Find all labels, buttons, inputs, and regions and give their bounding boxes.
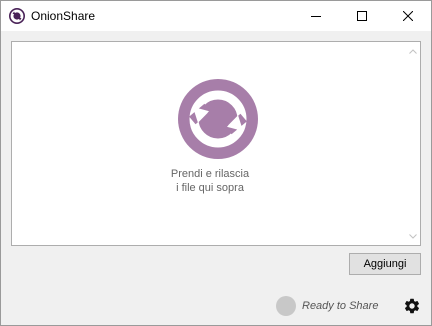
- close-button[interactable]: [385, 1, 431, 31]
- maximize-icon: [357, 11, 367, 21]
- upload-sync-icon: [178, 79, 258, 159]
- drop-instruction-line-1: Prendi e rilascia: [170, 168, 250, 180]
- window-title: OnionShare: [31, 9, 96, 23]
- file-drop-area[interactable]: Prendi e rilascia i file qui sopra: [11, 41, 421, 246]
- status-text: Ready to Share: [302, 300, 379, 312]
- minimize-icon: [311, 16, 321, 17]
- vertical-scrollbar[interactable]: [406, 42, 420, 245]
- scroll-up-button[interactable]: [406, 44, 420, 58]
- onionshare-logo-icon: [9, 8, 25, 24]
- chevron-down-icon: [409, 233, 417, 239]
- close-icon: [403, 11, 413, 21]
- maximize-button[interactable]: [339, 1, 385, 31]
- add-files-button[interactable]: Aggiungi: [349, 253, 421, 275]
- chevron-up-icon: [409, 48, 417, 54]
- title-bar[interactable]: OnionShare: [1, 1, 431, 31]
- gear-icon[interactable]: [403, 297, 421, 315]
- onionshare-window: OnionShare Prendi e rilascia i file qui …: [0, 0, 432, 326]
- status-indicator-icon: [276, 296, 296, 316]
- minimize-button[interactable]: [293, 1, 339, 31]
- scroll-down-button[interactable]: [406, 229, 420, 243]
- drop-instruction-line-2: i file qui sopra: [176, 182, 244, 194]
